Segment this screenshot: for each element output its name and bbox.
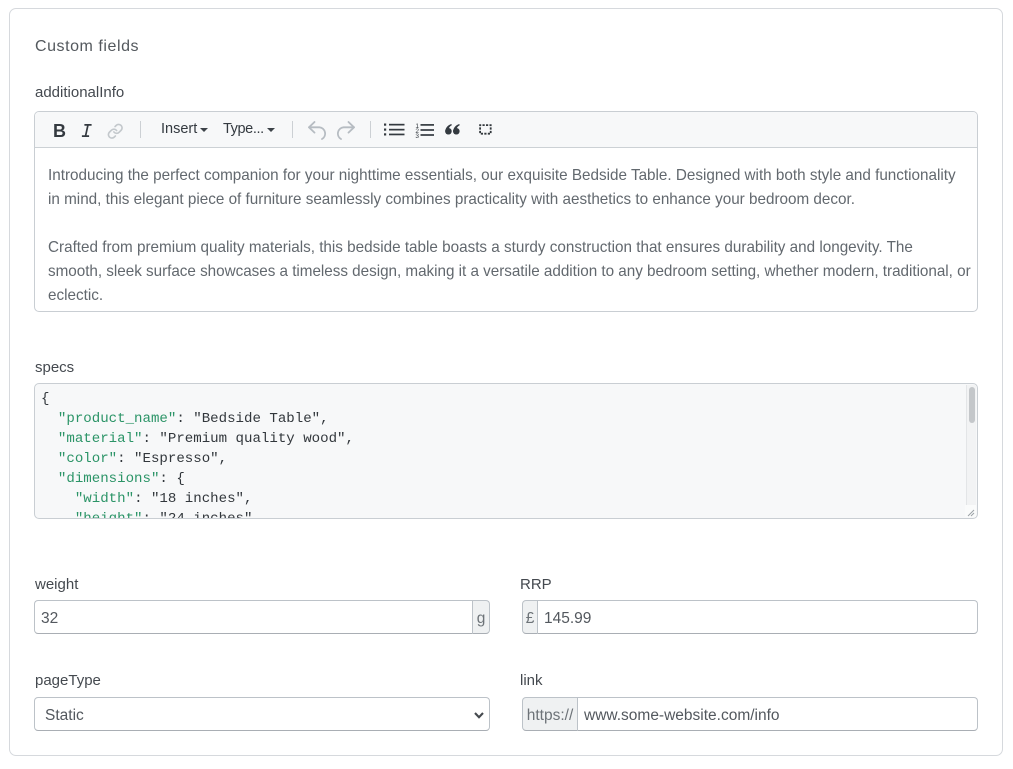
- svg-text:3: 3: [415, 132, 419, 138]
